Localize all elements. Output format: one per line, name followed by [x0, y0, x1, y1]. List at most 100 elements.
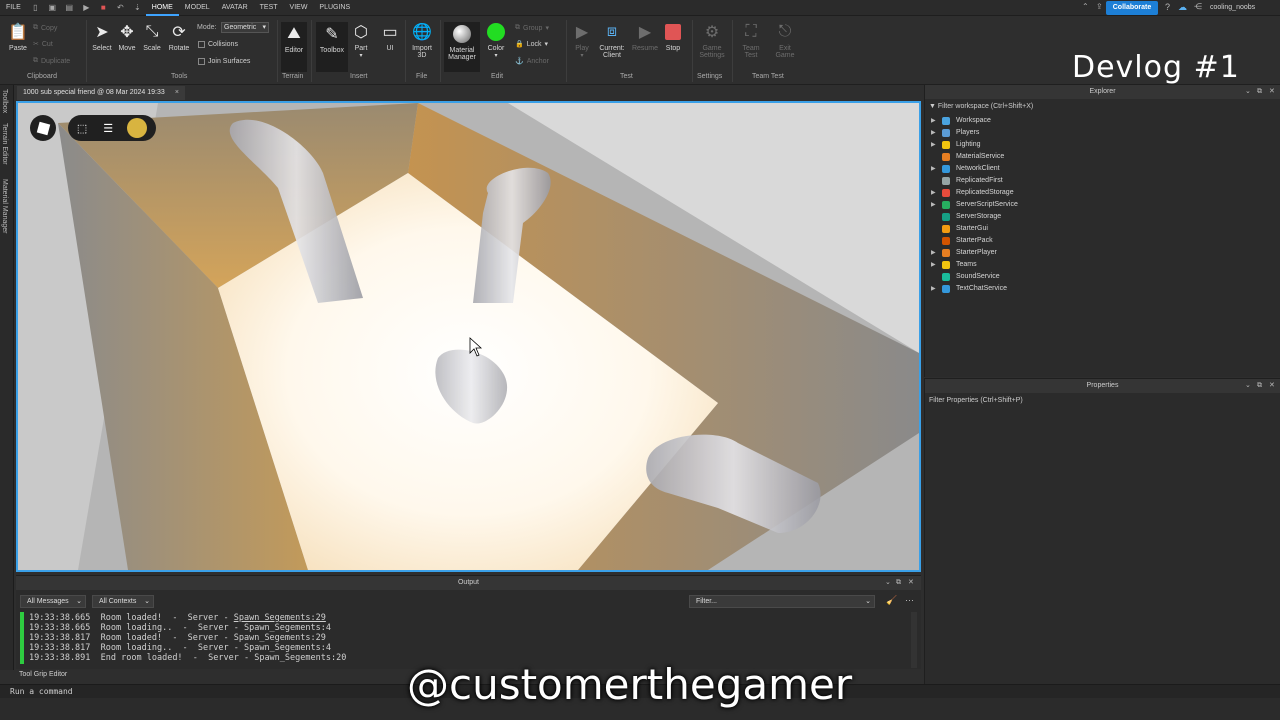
current-client-button[interactable]: ⧈ Current: Client [597, 22, 627, 59]
tree-item[interactable]: ▶ StarterPlayer [925, 247, 1280, 259]
tree-item[interactable]: SoundService [925, 271, 1280, 283]
username[interactable]: cooling_noobs [1210, 0, 1255, 16]
new-file-icon[interactable]: ▯ [31, 3, 40, 12]
save-icon[interactable]: ▤ [65, 3, 74, 12]
menu-view[interactable]: VIEW [284, 0, 314, 16]
close-icon[interactable]: ✕ [1269, 85, 1275, 99]
explorer-filter-input[interactable]: ▼ Filter workspace (Ctrl+Shift+X) [925, 101, 1280, 113]
tree-item[interactable]: ▶ NetworkClient [925, 163, 1280, 175]
chevron-down-icon[interactable]: ⌄ [885, 576, 891, 590]
expand-arrow-icon[interactable]: ▶ [931, 199, 936, 211]
undock-icon[interactable]: ⧉ [1257, 379, 1262, 393]
undo-icon[interactable]: ↶ [116, 3, 125, 12]
tab-terrain-editor[interactable]: Terrain Editor [1, 123, 8, 165]
paste-button[interactable]: 📋 Paste [6, 22, 30, 52]
expand-arrow-icon[interactable]: ▶ [931, 139, 936, 151]
expand-arrow-icon[interactable]: ▶ [931, 283, 936, 295]
close-icon[interactable]: ✕ [1269, 379, 1275, 393]
tree-item[interactable]: ReplicatedFirst [925, 175, 1280, 187]
checkbox[interactable] [198, 41, 205, 48]
expand-arrow-icon[interactable]: ▶ [931, 127, 936, 139]
stop-button[interactable]: Stop [662, 22, 684, 52]
resume-button[interactable]: ▶ Resume [631, 22, 659, 52]
team-test-button[interactable]: ⛶ Team Test [738, 22, 764, 59]
log-source-link[interactable]: Spawn_Segements:4 [244, 643, 331, 653]
output-scrollbar[interactable] [911, 612, 917, 668]
expand-arrow-icon[interactable]: ▶ [931, 163, 936, 175]
tab-toolbox[interactable]: Toolbox [1, 89, 8, 113]
clear-output-icon[interactable]: 🧹 [886, 595, 897, 606]
terrain-editor-button[interactable]: ⛰ Editor [281, 22, 307, 72]
move-button[interactable]: ✥ Move [115, 22, 139, 52]
duplicate-button[interactable]: ⧉ Duplicate [33, 57, 70, 65]
checkbox[interactable] [198, 58, 205, 65]
expand-arrow-icon[interactable]: ▶ [931, 115, 936, 127]
log-source-link[interactable]: Spawn_Segements:20 [254, 653, 346, 663]
tree-item[interactable]: StarterGui [925, 223, 1280, 235]
expand-icon[interactable]: ⌃ [1082, 2, 1089, 11]
expand-arrow-icon[interactable]: ▶ [931, 187, 936, 199]
join-surfaces-toggle[interactable]: Join Surfaces [198, 58, 250, 65]
select-mode-icon[interactable]: ⬚ [77, 122, 87, 135]
tree-item[interactable]: ▶ Lighting [925, 139, 1280, 151]
menu-home[interactable]: HOME [145, 0, 179, 16]
close-icon[interactable]: ✕ [908, 576, 914, 590]
avatar-icon[interactable] [127, 118, 148, 138]
menu-avatar[interactable]: AVATAR [216, 0, 254, 16]
lock-button[interactable]: 🔒 Lock ▾ [515, 40, 548, 49]
document-tab[interactable]: 1000 sub special friend @ 08 Mar 2024 19… [17, 86, 185, 100]
toolbox-button[interactable]: ✎ Toolbox [316, 22, 348, 72]
tree-item[interactable]: MaterialService [925, 151, 1280, 163]
menu-plugins[interactable]: PLUGINS [313, 0, 356, 16]
tree-item[interactable]: StarterPack [925, 235, 1280, 247]
group-button[interactable]: ⧉ Group ▾ [515, 24, 549, 32]
game-settings-button[interactable]: ⚙ Game Settings [696, 22, 728, 59]
message-filter-dropdown[interactable]: All Messages ⌄ [20, 595, 86, 608]
log-source-link[interactable]: Spawn_Segements:4 [244, 623, 331, 633]
tab-material-manager[interactable]: Material Manager [1, 179, 8, 233]
select-button[interactable]: ➤ Select [90, 22, 114, 52]
play-quick-icon[interactable]: ▶ [82, 3, 91, 12]
expand-arrow-icon[interactable]: ▶ [931, 259, 936, 271]
rotate-button[interactable]: ⟳ Rotate [166, 22, 192, 52]
properties-filter-input[interactable]: Filter Properties (Ctrl+Shift+P) [925, 395, 1280, 407]
ui-button[interactable]: ▭ UI [380, 22, 400, 52]
undock-icon[interactable]: ⧉ [896, 576, 901, 590]
tree-item[interactable]: ▶ Workspace [925, 115, 1280, 127]
roblox-logo-button[interactable] [30, 115, 56, 141]
output-filter-input[interactable]: Filter... ⌄ [689, 595, 875, 608]
log-source-link[interactable]: Spawn_Segements:29 [234, 633, 326, 643]
tree-item[interactable]: ServerStorage [925, 211, 1280, 223]
share-network-icon[interactable]: ⋲ [1194, 2, 1202, 11]
tree-item[interactable]: ▶ ReplicatedStorage [925, 187, 1280, 199]
exit-game-button[interactable]: ⎋ Exit Game [772, 22, 798, 59]
mode-dropdown[interactable]: Geometric ▾ [221, 22, 269, 33]
import-3d-button[interactable]: 🌐 Import 3D [408, 22, 436, 59]
menu-model[interactable]: MODEL [179, 0, 216, 16]
tool-grip-editor-tab[interactable]: Tool Grip Editor [16, 668, 76, 682]
menu-test[interactable]: TEST [254, 0, 284, 16]
material-manager-button[interactable]: Material Manager [444, 22, 480, 72]
context-filter-dropdown[interactable]: All Contexts ⌄ [92, 595, 154, 608]
tree-item[interactable]: ▶ TextChatService [925, 283, 1280, 295]
redo-icon[interactable]: ⇣ [133, 3, 142, 12]
part-button[interactable]: ⬡ Part ▾ [350, 22, 372, 59]
collaborate-button[interactable]: Collaborate [1106, 1, 1158, 15]
expand-arrow-icon[interactable]: ▶ [931, 247, 936, 259]
menu-file[interactable]: FILE [0, 0, 27, 16]
share-icon[interactable]: ⇪ [1096, 2, 1103, 11]
collisions-toggle[interactable]: Collisions [198, 41, 238, 48]
log-source-link[interactable]: Spawn_Segements:29 [234, 613, 326, 623]
chevron-down-icon[interactable]: ⌄ [1245, 379, 1251, 393]
undock-icon[interactable]: ⧉ [1257, 85, 1262, 99]
help-icon[interactable]: ? [1165, 2, 1170, 12]
tree-item[interactable]: ▶ Players [925, 127, 1280, 139]
stop-quick-icon[interactable]: ■ [99, 3, 108, 12]
tree-item[interactable]: ▶ Teams [925, 259, 1280, 271]
open-file-icon[interactable]: ▣ [48, 3, 57, 12]
play-button[interactable]: ▶ Play ▾ [570, 22, 594, 59]
cut-button[interactable]: ✂ Cut [33, 40, 53, 49]
scale-button[interactable]: ⤡ Scale [140, 22, 164, 52]
chat-icon[interactable]: ☰ [103, 122, 113, 135]
anchor-button[interactable]: ⚓ Anchor [515, 57, 549, 66]
